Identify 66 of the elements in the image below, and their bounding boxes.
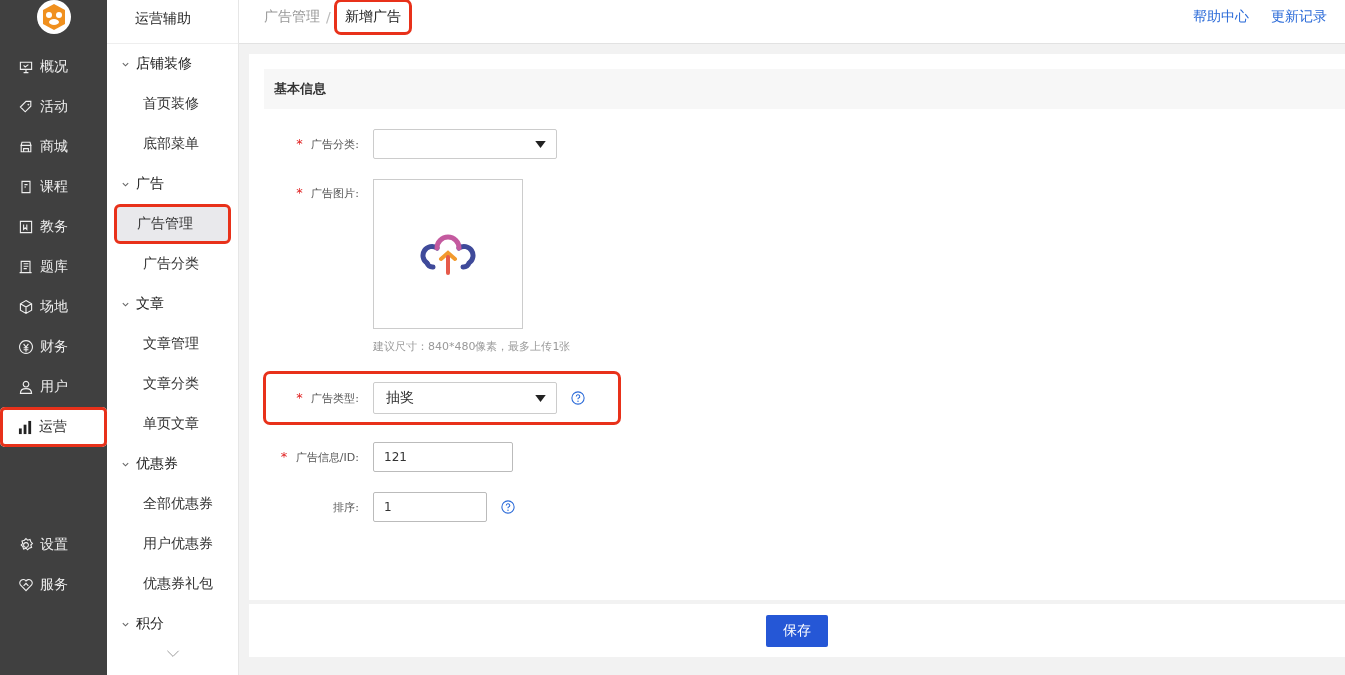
nav-item[interactable]: 概况 [0, 47, 107, 87]
submenu-item[interactable]: 优惠券礼包 [115, 567, 230, 601]
nav-item[interactable]: 场地 [0, 287, 107, 327]
menu-group[interactable]: 文章 [107, 284, 238, 324]
help-icon[interactable] [501, 500, 515, 514]
field-label: 广告图片: [311, 187, 359, 200]
dropdown-caret-icon [535, 394, 546, 402]
breadcrumb-separator: / [326, 9, 331, 25]
field-label: 广告分类: [311, 138, 359, 151]
nav-item[interactable]: 财务 [0, 327, 107, 367]
select-field[interactable]: 抽奖 [373, 382, 557, 414]
nav-icon [18, 179, 34, 195]
header-link[interactable]: 帮助中心 [1193, 8, 1249, 26]
breadcrumb-item: 新增广告 [336, 2, 409, 32]
header-link[interactable]: 更新记录 [1271, 8, 1327, 26]
dropdown-caret-icon [535, 140, 546, 148]
nav-icon [18, 99, 34, 115]
help-icon[interactable] [571, 391, 585, 405]
submenu-item[interactable]: 文章分类 [115, 367, 230, 401]
nav-item[interactable]: 商城 [0, 127, 107, 167]
heart-icon [18, 577, 34, 593]
field-label: 广告类型: [311, 392, 359, 405]
upload-hint: 建议尺寸：840*480像素，最多上传1张 [373, 339, 571, 354]
nav-item[interactable]: 服务 [0, 565, 107, 605]
text-field[interactable]: 1 [373, 492, 487, 522]
field-label: 广告信息/ID: [295, 451, 359, 464]
submenu-item[interactable]: 广告管理 [117, 207, 228, 241]
required-mark: * [296, 390, 303, 405]
nav-item[interactable]: 用户 [0, 367, 107, 407]
bar-chart-icon [18, 419, 33, 435]
text-field[interactable]: 121 [373, 442, 513, 472]
menu-group[interactable]: 广告 [107, 164, 238, 204]
submenu-item[interactable]: 广告分类 [115, 247, 230, 281]
nav-icon [18, 299, 34, 315]
submenu-item[interactable]: 底部菜单 [115, 127, 230, 161]
upload-area[interactable] [373, 179, 523, 329]
submenu-item[interactable]: 文章管理 [115, 327, 230, 361]
nav-item[interactable]: 教务 [0, 207, 107, 247]
submenu-title: 运营辅助 [107, 0, 238, 44]
submenu-item[interactable]: 单页文章 [115, 407, 230, 441]
select-field[interactable] [373, 129, 557, 159]
menu-group[interactable]: 店铺装修 [107, 44, 238, 84]
nav-item[interactable]: 活动 [0, 87, 107, 127]
menu-group[interactable]: 积分 [107, 604, 238, 644]
settings-icon [18, 537, 34, 553]
field-label: 排序: [333, 500, 359, 514]
required-mark: * [296, 185, 303, 200]
nav-item[interactable]: 设置 [0, 525, 107, 565]
submenu-item[interactable]: 用户优惠券 [115, 527, 230, 561]
menu-group[interactable]: 优惠券 [107, 444, 238, 484]
nav-icon [18, 259, 34, 275]
section-title: 基本信息 [274, 80, 326, 98]
submenu-item[interactable]: 首页装修 [115, 87, 230, 121]
nav-icon [18, 139, 34, 155]
save-button[interactable]: 保存 [766, 614, 828, 647]
logo-icon [36, 0, 71, 34]
nav-item[interactable]: 课程 [0, 167, 107, 207]
nav-item[interactable]: 运营 [0, 407, 107, 447]
nav-item[interactable]: 题库 [0, 247, 107, 287]
nav-icon [18, 219, 34, 235]
nav-icon [18, 339, 34, 355]
required-mark: * [296, 136, 303, 151]
nav-icon [18, 379, 34, 395]
required-mark: * [280, 449, 288, 464]
nav-icon [18, 59, 34, 75]
submenu-item[interactable]: 全部优惠券 [115, 487, 230, 521]
